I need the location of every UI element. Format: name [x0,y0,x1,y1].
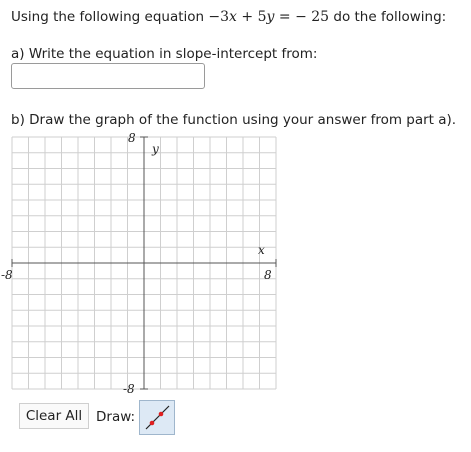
y-max-label: 8 [128,131,136,145]
draw-line-tool-button[interactable] [139,400,175,435]
part-a-label: a) Write the equation in slope-intercept… [11,46,318,62]
graph-axes [11,136,277,390]
x-axis-label: x [258,243,265,257]
line-segment-icon [145,405,170,430]
y-min-label: -8 [123,382,135,396]
y-axis-label: y [151,142,159,156]
clear-all-button[interactable]: Clear All [19,403,89,429]
question-suffix: do the following: [333,9,447,25]
x-max-label: 8 [264,268,272,282]
graph-canvas[interactable]: y x -8 8 8 -8 [0,125,290,397]
x-min-label: -8 [1,268,13,282]
draw-label: Draw: [96,409,136,425]
question-equation: −3x + 5y = − 25 [208,9,330,25]
line-point-1 [149,420,155,426]
answer-input[interactable] [11,63,205,89]
question-text: Using the following equation −3x + 5y = … [11,9,446,25]
line-point-2 [158,411,164,417]
question-prefix: Using the following equation [11,9,205,25]
